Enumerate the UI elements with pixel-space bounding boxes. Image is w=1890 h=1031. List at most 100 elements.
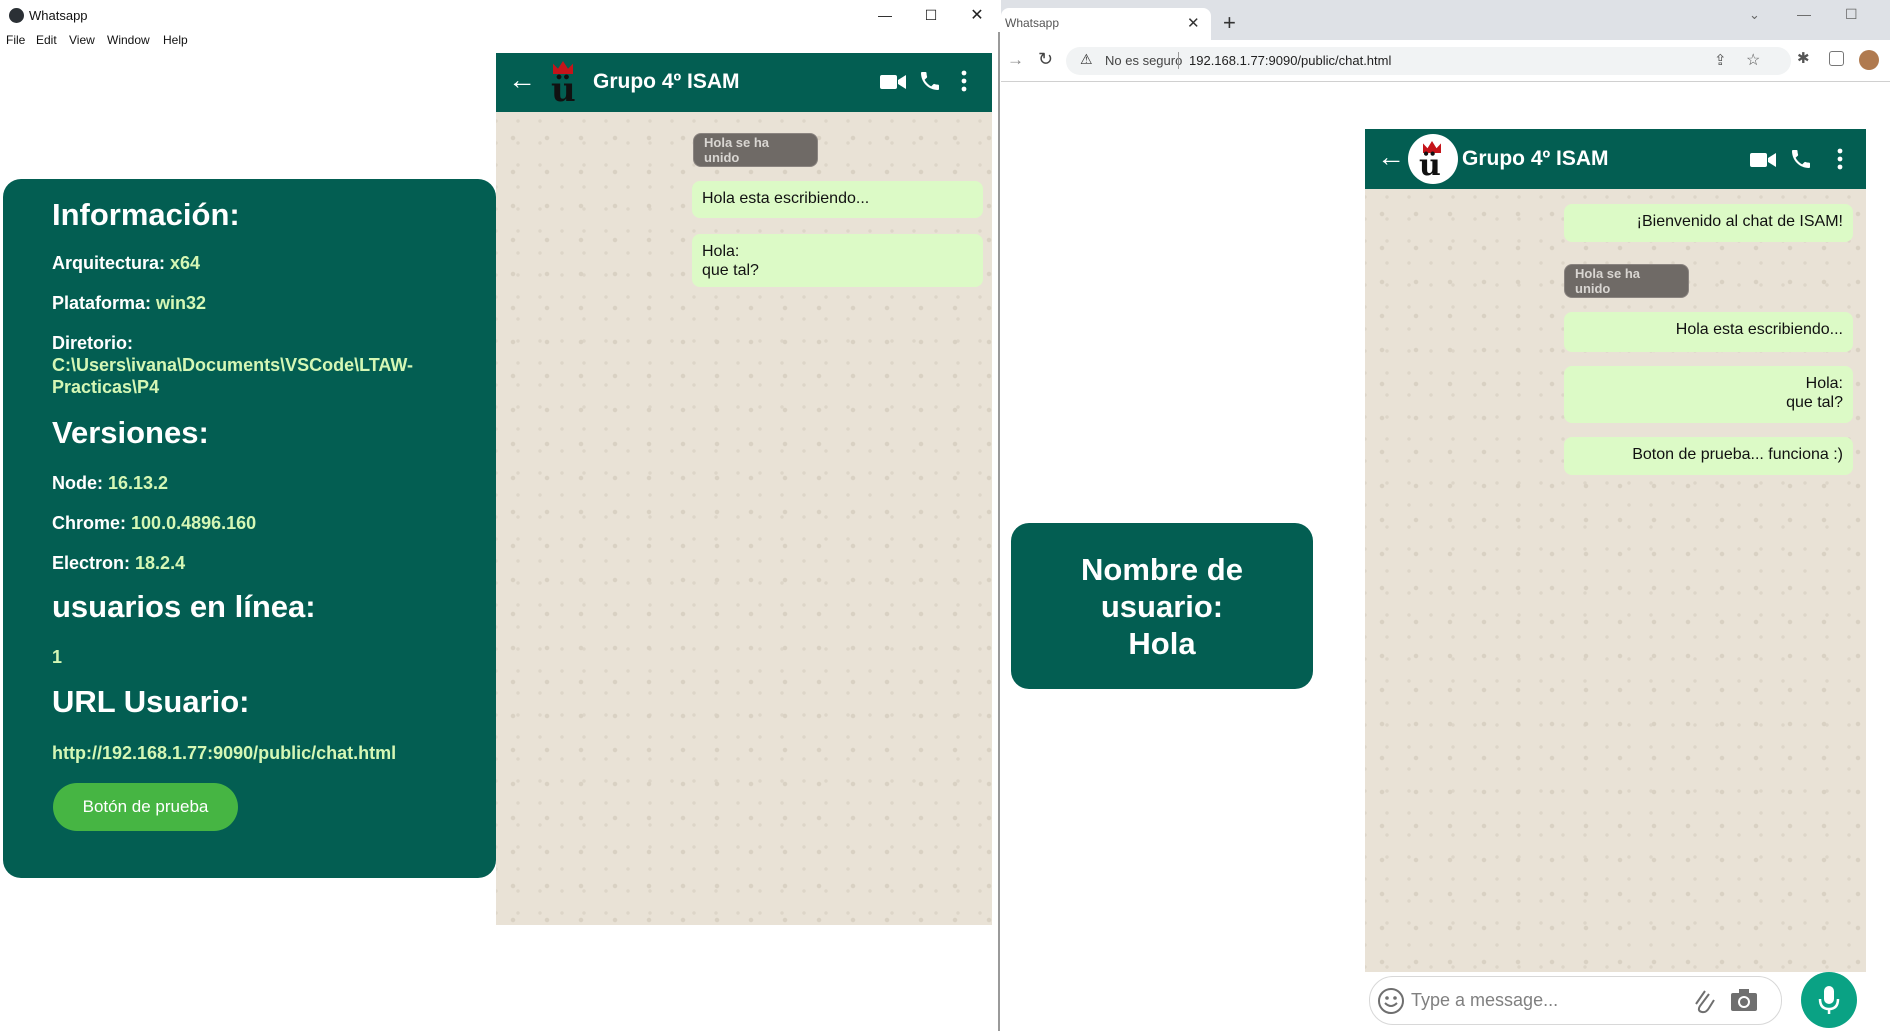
test-button[interactable]: Botón de prueba	[53, 783, 238, 831]
electron-row: Electron: 18.2.4	[52, 552, 185, 574]
message-text: ¡Bienvenido al chat de ISAM!	[1636, 213, 1843, 230]
dir-label: Diretorio:	[52, 333, 133, 353]
message-text: Hola esta escribiendo...	[702, 190, 870, 207]
browser-tab[interactable]: Whatsapp ✕	[1001, 8, 1211, 40]
chrome-label: Chrome:	[52, 513, 127, 533]
message-bubble: Boton de prueba... funciona :)	[1564, 437, 1853, 475]
chat-header: ← ü Grupo 4º ISAM	[496, 53, 992, 112]
tab-search-chevron-icon[interactable]: ⌄	[1749, 7, 1760, 23]
camera-icon[interactable]	[1730, 988, 1758, 1012]
chat-background	[1365, 129, 1866, 972]
back-arrow-icon[interactable]: ←	[1377, 141, 1405, 173]
group-name: Grupo 4º ISAM	[1462, 147, 1609, 170]
video-call-icon[interactable]	[1750, 151, 1776, 169]
arch-label: Arquitectura:	[52, 253, 166, 273]
logo-letter-icon: ü	[1419, 148, 1441, 183]
input-placeholder: Type a message...	[1411, 990, 1559, 1010]
attach-icon[interactable]	[1692, 986, 1716, 1016]
warning-icon: ⚠	[1080, 51, 1093, 67]
window-title: Whatsapp	[29, 8, 88, 23]
url-text[interactable]: 192.168.1.77:9090/public/chat.html	[1189, 53, 1391, 68]
message-bubble: Hola esta escribiendo...	[1564, 312, 1853, 352]
message-text: Boton de prueba... funciona :)	[1632, 446, 1843, 463]
tab-title: Whatsapp	[1005, 16, 1060, 30]
reload-icon[interactable]: ↻	[1038, 49, 1053, 70]
logo-letter-icon: ü	[551, 70, 576, 110]
security-label: No es seguro	[1105, 53, 1183, 68]
menu-bar: File Edit View Window Help	[0, 32, 1000, 54]
arch-value: x64	[170, 253, 201, 273]
menu-window[interactable]: Window	[107, 33, 150, 47]
username-value: Hola	[1128, 625, 1196, 661]
menu-file[interactable]: File	[6, 33, 25, 47]
message-text: que tal?	[1786, 394, 1843, 411]
electron-label: Electron:	[52, 553, 131, 573]
message-text: Hola esta escribiendo...	[1675, 321, 1843, 338]
node-label: Node:	[52, 473, 103, 493]
chrome-window: Whatsapp ✕ + ⌄ — ☐ → ↻ ⚠ No es seguro 19…	[1001, 0, 1890, 1031]
close-button[interactable]: ✕	[954, 0, 1000, 30]
maximize-button[interactable]: ☐	[908, 0, 954, 30]
message-text: Hola:	[1805, 375, 1843, 392]
phone-call-icon[interactable]	[918, 69, 942, 93]
maximize-icon[interactable]: ☐	[1845, 6, 1858, 23]
username-panel: Nombre de usuario: Hola	[1011, 523, 1313, 689]
node-row: Node: 16.13.2	[52, 472, 168, 494]
phone-call-icon[interactable]	[1789, 147, 1813, 171]
puzzle-icon[interactable]: ✱	[1797, 49, 1810, 67]
username-label-line2: usuario:	[1100, 588, 1224, 624]
versions-heading: Versiones:	[52, 415, 209, 450]
more-options-icon[interactable]	[1837, 148, 1843, 170]
system-message: Hola se ha unido	[693, 133, 818, 167]
back-arrow-icon[interactable]: ←	[508, 64, 536, 96]
message-text: que tal?	[702, 262, 759, 279]
new-tab-icon[interactable]: +	[1223, 10, 1236, 36]
divider	[1178, 52, 1179, 69]
emoji-icon[interactable]	[1377, 987, 1405, 1015]
microphone-button[interactable]	[1801, 972, 1857, 1028]
minimize-icon[interactable]: —	[1797, 6, 1811, 22]
address-bar[interactable]: ⚠ No es seguro 192.168.1.77:9090/public/…	[1066, 47, 1791, 75]
platform-label: Plataforma:	[52, 293, 152, 313]
url-heading: URL Usuario:	[52, 684, 250, 719]
chat-window: ← ü Grupo 4º ISAM ¡Bienvenido al chat de…	[1365, 129, 1866, 972]
tab-strip: Whatsapp ✕ + ⌄ — ☐	[1001, 0, 1890, 40]
system-message: Hola se ha unido	[1564, 264, 1689, 298]
video-call-icon[interactable]	[880, 73, 906, 91]
message-bubble: Hola esta escribiendo...	[692, 181, 983, 218]
microphone-icon	[1818, 986, 1840, 1014]
avatar[interactable]	[1859, 50, 1879, 70]
title-bar: Whatsapp — ☐ ✕	[0, 0, 1000, 32]
dir-value-line2: Practicas\P4	[52, 377, 160, 397]
more-options-icon[interactable]	[961, 70, 967, 92]
bookmark-star-icon[interactable]: ☆	[1746, 50, 1760, 70]
group-name: Grupo 4º ISAM	[593, 70, 740, 93]
chrome-row: Chrome: 100.0.4896.160	[52, 512, 256, 534]
users-value: 1	[52, 647, 63, 667]
share-icon[interactable]: ⇪	[1714, 51, 1727, 69]
node-value: 16.13.2	[108, 473, 169, 493]
menu-edit[interactable]: Edit	[36, 33, 57, 47]
info-panel: Información: Arquitectura: x64 Plataform…	[3, 179, 496, 878]
extension-icon[interactable]	[1829, 51, 1844, 66]
message-bubble: Hola: que tal?	[692, 234, 983, 287]
info-heading: Información:	[52, 197, 240, 232]
group-logo: ü	[548, 57, 578, 110]
users-heading: usuarios en línea:	[52, 589, 316, 624]
minimize-button[interactable]: —	[862, 0, 908, 30]
platform-value: win32	[156, 293, 207, 313]
chat-window: ← ü Grupo 4º ISAM Hola se ha unido Hola …	[496, 53, 992, 925]
menu-view[interactable]: View	[69, 33, 95, 47]
menu-help[interactable]: Help	[163, 33, 188, 47]
arch-row: Arquitectura: x64	[52, 252, 200, 274]
message-text: Hola:	[702, 243, 740, 260]
chat-header: ← ü Grupo 4º ISAM	[1365, 129, 1866, 189]
electron-window: Whatsapp — ☐ ✕ File Edit View Window Hel…	[0, 0, 1000, 1031]
url-value: http://192.168.1.77:9090/public/chat.htm…	[52, 743, 397, 763]
electron-value: 18.2.4	[135, 553, 186, 573]
username-label-line1: Nombre de	[1081, 551, 1243, 587]
tab-close-icon[interactable]: ✕	[1187, 14, 1200, 32]
chrome-value: 100.0.4896.160	[131, 513, 257, 533]
forward-arrow-icon[interactable]: →	[1007, 50, 1024, 70]
message-input[interactable]: Type a message...	[1369, 976, 1782, 1025]
